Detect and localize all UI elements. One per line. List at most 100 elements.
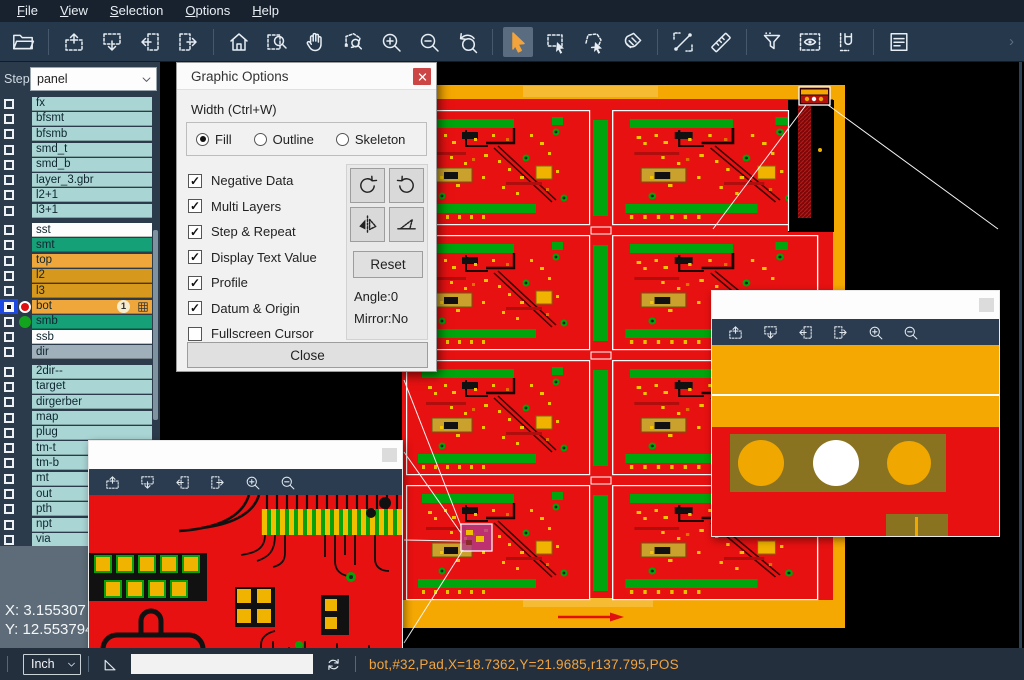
layer-name-bar[interactable]: dir (32, 345, 152, 359)
mirror-vertical-button[interactable] (389, 207, 424, 242)
open-file-button[interactable] (8, 27, 38, 57)
layer-visibility-checkbox[interactable] (0, 345, 18, 360)
layer-visibility-checkbox[interactable] (0, 299, 18, 314)
layer-row-smd_b[interactable]: smd_b (0, 157, 160, 172)
layer-name-bar[interactable]: target (32, 380, 152, 394)
layer-name-bar[interactable]: sst (32, 223, 152, 237)
window-titlebar[interactable] (89, 441, 402, 469)
layer-row-target[interactable]: target (0, 379, 160, 394)
layer-name-bar[interactable]: l2 (32, 269, 152, 283)
polygon-select-button[interactable] (579, 27, 609, 57)
pan-hand-button[interactable] (300, 27, 330, 57)
layer-visibility-checkbox[interactable] (0, 157, 18, 172)
rotate-ccw-button[interactable] (389, 168, 424, 203)
layer-visibility-checkbox[interactable] (0, 253, 18, 268)
zoom-previous-button[interactable] (452, 27, 482, 57)
layer-name-bar[interactable]: 2dir-- (32, 365, 152, 379)
menu-options[interactable]: Options (174, 0, 241, 22)
layer-visibility-checkbox[interactable] (0, 203, 18, 218)
menu-selection[interactable]: Selection (99, 0, 174, 22)
layer-name-bar[interactable]: bfsmb (32, 127, 152, 141)
layer-visibility-checkbox[interactable] (0, 395, 18, 410)
pan-right-button[interactable] (173, 27, 203, 57)
pan-up-button[interactable] (59, 27, 89, 57)
layer-row-bot[interactable]: bot1 (0, 299, 160, 314)
clean-select-button[interactable] (617, 27, 647, 57)
layer-name-bar[interactable]: top (32, 254, 152, 268)
zoom-out-button[interactable] (900, 322, 921, 343)
ruler-button[interactable] (706, 27, 736, 57)
layer-panel-button[interactable] (884, 27, 914, 57)
snap-button[interactable] (833, 27, 863, 57)
layer-name-bar[interactable]: smd_b (32, 158, 152, 172)
rotate-cw-button[interactable] (350, 168, 385, 203)
layer-visibility-checkbox[interactable] (0, 486, 18, 501)
pan-right-button[interactable] (830, 322, 851, 343)
layer-name-bar[interactable]: map (32, 411, 152, 425)
layer-name-bar[interactable]: l2+1 (32, 188, 152, 202)
layer-visibility-checkbox[interactable] (0, 284, 18, 299)
layer-visibility-checkbox[interactable] (0, 502, 18, 517)
layer-row-2dir--[interactable]: 2dir-- (0, 364, 160, 379)
layer-row-fx[interactable]: fx (0, 96, 160, 111)
layer-name-bar[interactable]: bot1 (32, 300, 152, 314)
layer-name-bar[interactable]: smb (32, 315, 152, 329)
angle-corner-icon[interactable] (101, 655, 120, 674)
layer-name-bar[interactable]: bfsmt (32, 112, 152, 126)
layer-row-smb[interactable]: smb (0, 314, 160, 329)
layer-name-bar[interactable]: dirgerber (32, 395, 152, 409)
layer-row-bfsmt[interactable]: bfsmt (0, 111, 160, 126)
layer-name-bar[interactable]: fx (32, 97, 152, 111)
layer-visibility-checkbox[interactable] (0, 188, 18, 203)
radio-outline[interactable]: Outline (254, 132, 314, 147)
layer-visibility-checkbox[interactable] (0, 410, 18, 425)
layer-visibility-checkbox[interactable] (0, 172, 18, 187)
pan-left-button[interactable] (795, 322, 816, 343)
pan-down-button[interactable] (760, 322, 781, 343)
layer-row-plug[interactable]: plug (0, 425, 160, 440)
zoom-home-button[interactable] (224, 27, 254, 57)
layer-name-bar[interactable]: layer_3.gbr (32, 173, 152, 187)
checkbox-display-text-value[interactable]: Display Text Value (188, 245, 317, 271)
menu-file[interactable]: File (6, 0, 49, 22)
toolbar-overflow-chevron[interactable]: › (1009, 33, 1014, 50)
layer-name-bar[interactable]: l3 (32, 284, 152, 298)
sidebar-scrollbar-thumb[interactable] (153, 230, 158, 420)
menu-view[interactable]: View (49, 0, 99, 22)
layer-row-top[interactable]: top (0, 253, 160, 268)
layer-visibility-checkbox[interactable] (0, 441, 18, 456)
layer-row-l3+1[interactable]: l3+1 (0, 203, 160, 218)
checkbox-profile[interactable]: Profile (188, 270, 317, 296)
layer-row-dirgerber[interactable]: dirgerber (0, 395, 160, 410)
checkbox-multi-layers[interactable]: Multi Layers (188, 194, 317, 220)
rect-select-button[interactable] (541, 27, 571, 57)
zoom-in-button[interactable] (242, 472, 263, 493)
dialog-close-x-button[interactable] (413, 68, 431, 85)
layer-visibility-checkbox[interactable] (0, 517, 18, 532)
command-input[interactable] (131, 654, 313, 674)
layer-visibility-checkbox[interactable] (0, 471, 18, 486)
layer-visibility-checkbox[interactable] (0, 329, 18, 344)
grid-icon[interactable] (137, 301, 149, 313)
pan-left-button[interactable] (172, 472, 193, 493)
pan-up-button[interactable] (102, 472, 123, 493)
pan-down-button[interactable] (137, 472, 158, 493)
zoom-window-view[interactable] (712, 345, 999, 536)
layer-name-bar[interactable]: l3+1 (32, 204, 152, 218)
layer-visibility-checkbox[interactable] (0, 111, 18, 126)
layer-visibility-checkbox[interactable] (0, 379, 18, 394)
layer-visibility-checkbox[interactable] (0, 456, 18, 471)
window-control-button[interactable] (382, 448, 397, 462)
layer-visibility-checkbox[interactable] (0, 238, 18, 253)
step-select[interactable]: panel (30, 67, 157, 91)
zoom-source-bottom-left[interactable] (461, 524, 492, 551)
layer-visibility-checkbox[interactable] (0, 127, 18, 142)
view-region-button[interactable] (795, 27, 825, 57)
layer-row-smd_t[interactable]: smd_t (0, 142, 160, 157)
mirror-horizontal-button[interactable] (350, 207, 385, 242)
dialog-close-button[interactable]: Close (187, 342, 428, 368)
window-control-button[interactable] (979, 298, 994, 312)
checkbox-datum-origin[interactable]: Datum & Origin (188, 296, 317, 322)
zoom-out-button[interactable] (277, 472, 298, 493)
refresh-icon[interactable] (324, 655, 343, 674)
